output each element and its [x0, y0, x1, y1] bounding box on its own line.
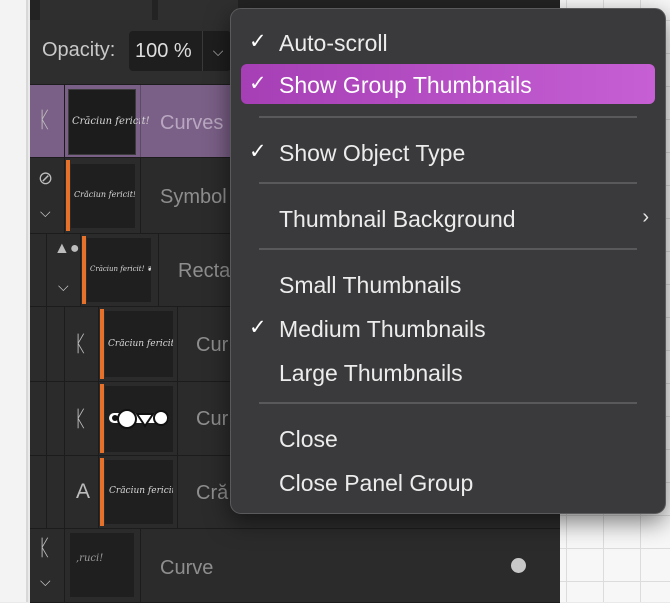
- checkmark-icon: ✓: [249, 316, 267, 339]
- ornament-thumbnail: [109, 409, 169, 429]
- curve-icon: ᛕ: [74, 406, 88, 431]
- menu-separator: [259, 116, 637, 118]
- checkmark-icon: ✓: [249, 140, 267, 163]
- shapes-icon: ▲●: [54, 240, 80, 257]
- layer-thumbnail: Crăciun fericit! ❦❦: [87, 238, 151, 302]
- panel-options-menu: ✓ Auto-scroll ✓ Show Group Thumbnails ✓ …: [230, 8, 666, 514]
- menu-item-thumbnail-background[interactable]: Thumbnail Background ›: [241, 198, 655, 238]
- menu-item-small-thumbnails[interactable]: Small Thumbnails: [241, 264, 655, 304]
- menu-separator: [259, 182, 637, 184]
- layer-name: Cur: [196, 334, 229, 356]
- menu-separator: [259, 402, 637, 404]
- layer-thumbnail: Crăciun fericit!: [105, 460, 173, 524]
- symbol-icon: ⊘: [38, 168, 54, 188]
- layer-thumbnail: ,ruci!: [70, 533, 134, 597]
- menu-item-close[interactable]: Close: [241, 418, 655, 458]
- chevron-down-icon[interactable]: ⌵: [40, 573, 51, 590]
- checkmark-icon: ✓: [249, 72, 267, 95]
- layer-thumbnail: [105, 386, 173, 452]
- canvas-left-edge: [0, 0, 28, 602]
- visibility-dot[interactable]: [511, 558, 526, 573]
- layer-name: Cur: [196, 408, 229, 430]
- opacity-label: Opacity:: [42, 39, 116, 61]
- layer-row[interactable]: ᛕ ⌵ ,ruci! Curve: [30, 529, 560, 603]
- text-icon: A: [76, 480, 91, 503]
- layer-thumbnail: Crăciun fericit! ❦❦: [71, 164, 135, 228]
- layer-name: Curves: [160, 112, 224, 134]
- layer-name: Symbol: [160, 186, 227, 208]
- layer-name: Cră: [196, 482, 229, 504]
- chevron-down-icon: ⌵: [212, 43, 224, 59]
- chevron-down-icon[interactable]: ⌵: [40, 204, 51, 221]
- menu-separator: [259, 248, 637, 250]
- menu-item-medium-thumbnails[interactable]: ✓ Medium Thumbnails: [241, 308, 655, 348]
- opacity-dropdown-button[interactable]: ⌵: [202, 31, 233, 71]
- menu-item-auto-scroll[interactable]: ✓ Auto-scroll: [241, 22, 655, 62]
- menu-item-close-panel-group[interactable]: Close Panel Group: [241, 462, 655, 502]
- chevron-right-icon: ›: [642, 206, 649, 228]
- layer-thumbnail: Crăciun fericit!: [68, 89, 150, 155]
- menu-item-large-thumbnails[interactable]: Large Thumbnails: [241, 352, 655, 392]
- opacity-value: 100 %: [135, 40, 192, 62]
- curve-icon: ᛕ: [74, 331, 88, 356]
- menu-item-show-group-thumbnails[interactable]: ✓ Show Group Thumbnails: [241, 64, 655, 104]
- layer-thumbnail: Crăciun fericit!: [105, 311, 173, 377]
- menu-item-show-object-type[interactable]: ✓ Show Object Type: [241, 132, 655, 172]
- curve-icon: ᛕ: [38, 107, 52, 132]
- layer-name: Curve: [160, 557, 214, 579]
- chevron-down-icon[interactable]: ⌵: [58, 278, 69, 295]
- curve-icon: ᛕ: [38, 535, 52, 560]
- checkmark-icon: ✓: [249, 30, 267, 53]
- layer-name: Recta: [178, 260, 231, 282]
